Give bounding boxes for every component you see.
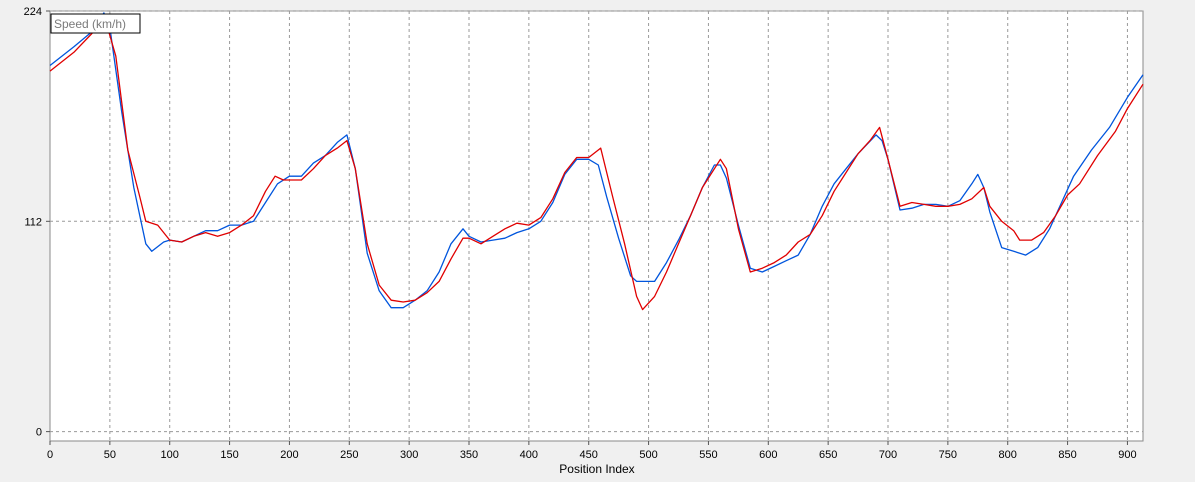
x-tick-label: 400 (520, 449, 538, 461)
x-tick-label: 300 (400, 449, 418, 461)
x-tick-label: 700 (879, 449, 897, 461)
y-tick-label: 0 (36, 427, 42, 439)
x-tick-label: 750 (939, 449, 957, 461)
x-tick-label: 0 (47, 449, 53, 461)
x-tick-label: 850 (1058, 449, 1076, 461)
x-tick-label: 250 (340, 449, 358, 461)
x-tick-label: 350 (460, 449, 478, 461)
x-tick-label: 600 (759, 449, 777, 461)
legend-box: Speed (km/h) (50, 13, 141, 34)
x-tick-label: 150 (220, 449, 238, 461)
x-tick-label: 100 (161, 449, 179, 461)
x-tick-label: 500 (639, 449, 657, 461)
x-tick-label: 650 (819, 449, 837, 461)
y-tick-label: 112 (24, 216, 42, 228)
x-axis-title: Position Index (559, 462, 634, 476)
x-tick-label: 900 (1118, 449, 1136, 461)
speed-line-chart: 0 50 100 150 200 250 300 350 400 450 500 550 600 650 7… (24, 6, 1144, 476)
x-tick-label: 450 (580, 449, 598, 461)
x-tick-label: 200 (280, 449, 298, 461)
y-tick-label: 224 (24, 6, 42, 18)
x-tick-label: 50 (104, 449, 116, 461)
plot-area (49, 10, 1144, 442)
x-tick-label: 800 (999, 449, 1017, 461)
x-tick-label: 550 (699, 449, 717, 461)
legend-label: Speed (km/h) (54, 17, 126, 31)
